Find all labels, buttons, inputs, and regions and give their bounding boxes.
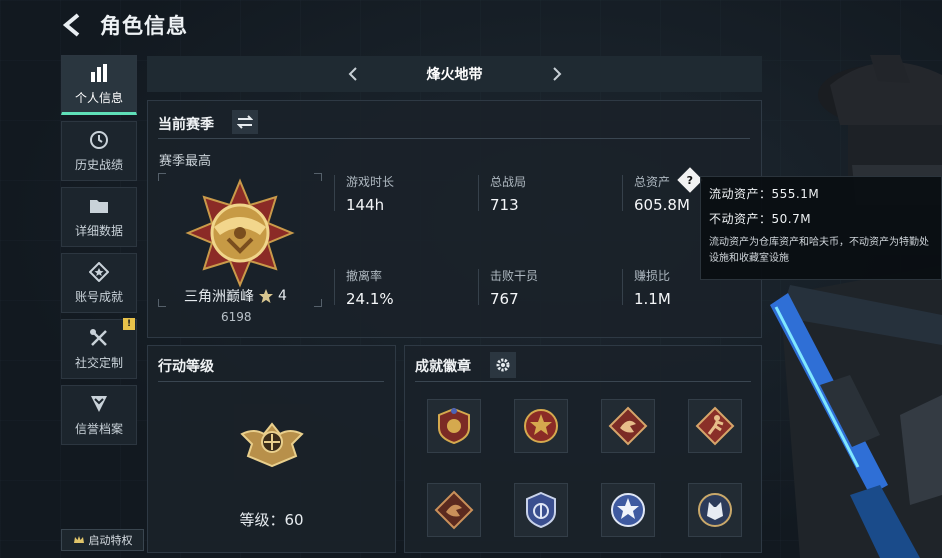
- sidebar-item-label: 信誉档案: [74, 421, 123, 436]
- rank-stars: 4: [278, 288, 287, 304]
- privilege-label: 启动特权: [88, 534, 133, 547]
- sidebar-item-label: 账号成就: [74, 289, 123, 304]
- level-emblem-box: [234, 404, 310, 480]
- sidebar-item-personal-info[interactable]: 个人信息: [61, 55, 137, 115]
- stat-value: 605.8M: [634, 196, 690, 214]
- rank-name-text: 三角洲巅峰: [184, 289, 254, 305]
- achievement-badge[interactable]: [601, 483, 655, 537]
- operation-level-panel: 行动等级 等级：60: [147, 345, 396, 553]
- sidebar-item-details[interactable]: 详细数据: [61, 187, 137, 247]
- character-portrait: [760, 55, 942, 558]
- fixed-assets: 不动资产：50.7M: [709, 212, 812, 226]
- achievements-title: 成就徽章: [415, 359, 471, 375]
- back-button[interactable]: [60, 10, 86, 40]
- achievement-badges-panel: 成就徽章: [404, 345, 762, 553]
- sidebar-item-achievements[interactable]: 账号成就: [61, 253, 137, 313]
- stat-extraction-rate: 撤离率 24.1%: [346, 267, 394, 308]
- diamond-star-icon: [88, 261, 110, 282]
- sidebar-item-label: 历史战绩: [74, 157, 123, 172]
- mode-selector: 烽火地带: [147, 56, 762, 92]
- rank-name: 三角洲巅峰 4: [184, 286, 287, 306]
- page-title: 角色信息: [100, 14, 188, 38]
- swap-arrows-icon: [237, 115, 253, 129]
- mode-prev-button[interactable]: [343, 64, 363, 84]
- chevron-left-icon: [348, 67, 357, 81]
- dragon-diamond-badge-icon: [608, 406, 648, 446]
- launch-privilege-button[interactable]: 启动特权: [61, 529, 144, 551]
- history-clock-icon: [88, 130, 110, 150]
- rank-emblem-icon: [185, 178, 295, 288]
- sidebar-item-label: 社交定制: [74, 355, 123, 370]
- divider: [158, 381, 384, 382]
- stat-play-time: 游戏时长 144h: [346, 173, 394, 214]
- achievement-badge[interactable]: [514, 483, 568, 537]
- assets-note-line2: 设施和收藏室设施: [709, 253, 789, 264]
- dragon-bronze-badge-icon: [434, 490, 474, 530]
- divider: [415, 381, 751, 382]
- crown-icon: [73, 536, 84, 543]
- stat-value: 1.1M: [634, 290, 671, 308]
- stat-value: 713: [490, 196, 519, 214]
- assets-tooltip: 流动资产：555.1M 不动资产：50.7M 流动资产为仓库资产和哈夫币，不动资…: [700, 176, 942, 280]
- stat-value: 767: [490, 290, 519, 308]
- stat-label: 赚损比: [634, 269, 671, 283]
- level-emblem-icon: [240, 422, 304, 468]
- mode-title: 烽火地带: [426, 67, 483, 83]
- chevron-right-icon: [553, 67, 562, 81]
- sidebar: 个人信息 历史战绩 详细数据 账号成就 ! 社交定制 信誉档案: [61, 55, 137, 451]
- achievement-badge[interactable]: [514, 399, 568, 453]
- season-title: 当前赛季: [158, 117, 214, 133]
- stat-label: 总战局: [490, 175, 527, 189]
- level-value: 等级：60: [239, 511, 304, 529]
- stat-label: 击败干员: [490, 269, 539, 283]
- achievement-badge[interactable]: [688, 399, 742, 453]
- achievements-settings-button[interactable]: [490, 352, 516, 378]
- level-title: 行动等级: [158, 359, 214, 375]
- star-shield-badge-icon: [524, 409, 558, 443]
- achievement-badge[interactable]: [427, 399, 481, 453]
- achievement-badge[interactable]: [688, 483, 742, 537]
- runner-diamond-badge-icon: [695, 406, 735, 446]
- sidebar-item-social[interactable]: ! 社交定制: [61, 318, 137, 379]
- season-switch-button[interactable]: [232, 110, 258, 134]
- back-arrow-icon: [62, 13, 80, 37]
- stat-value: 24.1%: [346, 290, 394, 308]
- stat-profit-loss: 赚损比 1.1M: [634, 267, 671, 308]
- shield-blue-badge-icon: [526, 491, 556, 529]
- stat-value: 144h: [346, 196, 385, 214]
- tools-icon: [88, 328, 110, 348]
- rank-points: 6198: [221, 310, 252, 324]
- stat-label: 游戏时长: [346, 175, 395, 189]
- bar-chart-icon: [88, 63, 110, 83]
- achievement-badge[interactable]: [601, 399, 655, 453]
- notification-badge: !: [123, 318, 135, 330]
- header: 角色信息: [60, 10, 188, 40]
- sidebar-item-label: 详细数据: [74, 223, 123, 238]
- wolf-circle-badge-icon: [698, 493, 732, 527]
- stat-operators-defeated: 击败干员 767: [490, 267, 538, 308]
- sidebar-item-reputation[interactable]: 信誉档案: [61, 385, 137, 445]
- character-image: [770, 55, 942, 558]
- assets-note-line1: 流动资产为仓库资产和哈夫币，不动资产为特勤处: [709, 237, 929, 248]
- sidebar-item-history[interactable]: 历史战绩: [61, 121, 137, 181]
- sidebar-item-label: 个人信息: [74, 90, 123, 105]
- stat-total-matches: 总战局 713: [490, 173, 526, 214]
- gear-icon: [496, 358, 510, 372]
- stat-label: 撤离率: [346, 269, 383, 283]
- liquid-assets: 流动资产：555.1M: [709, 187, 820, 201]
- achievement-badge[interactable]: [427, 483, 481, 537]
- mode-next-button[interactable]: [547, 64, 567, 84]
- divider: [158, 138, 750, 139]
- eagle-shield-badge-icon: [438, 407, 470, 445]
- folder-icon: [88, 196, 110, 216]
- star-icon: [259, 289, 273, 303]
- star-circle-badge-icon: [611, 493, 645, 527]
- shield-chevron-icon: [88, 394, 110, 414]
- season-panel: 当前赛季 赛季最高 三角洲巅峰 4 6198 游戏时长 144h 总战局 713…: [147, 100, 762, 338]
- season-best-label: 赛季最高: [159, 154, 212, 169]
